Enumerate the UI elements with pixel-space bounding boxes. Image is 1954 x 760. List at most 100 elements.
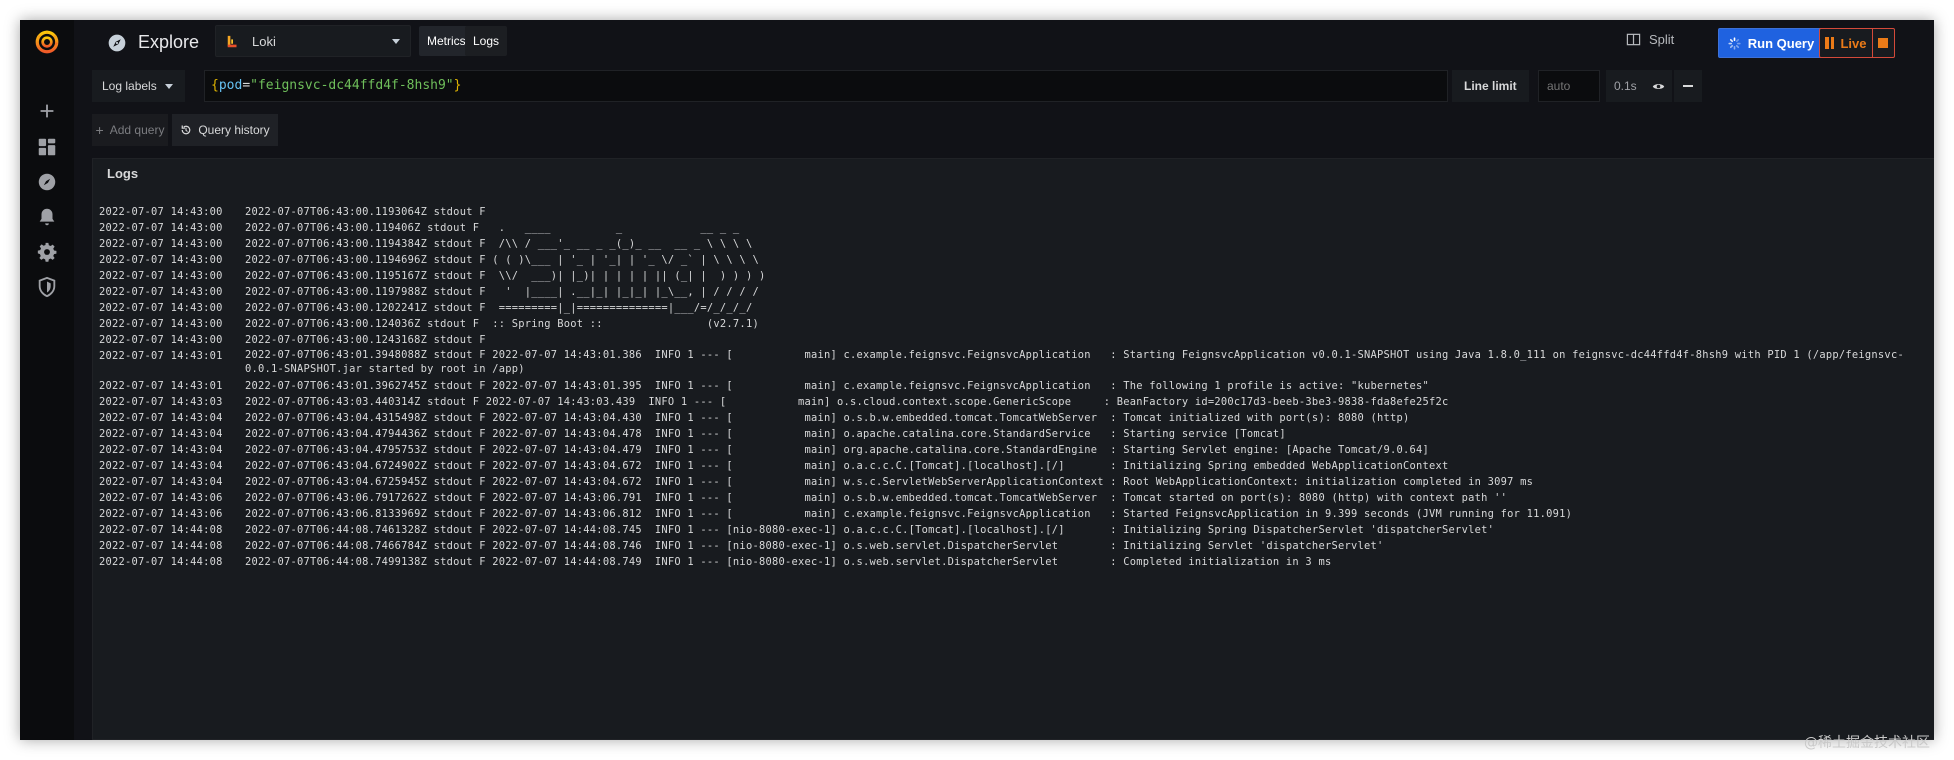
split-label: Split	[1649, 32, 1675, 47]
log-timestamp: 2022-07-07 14:43:00	[99, 238, 223, 250]
add-query-label: Add query	[109, 123, 165, 137]
log-row[interactable]: 2022-07-07 14:43:00 2022-07-07T06:43:00.1…	[99, 284, 1925, 300]
loki-logo-icon	[227, 35, 237, 48]
query-row: Log labels {pod="feignsvc-dc44ffd4f-8hsh…	[74, 70, 1934, 102]
log-message: 2022-07-07T06:43:00.1194384Z stdout F /\…	[245, 238, 753, 250]
explore-compass-icon	[108, 34, 126, 52]
log-message: 2022-07-07T06:43:04.4794436Z stdout F 20…	[245, 428, 1286, 440]
log-message: 2022-07-07T06:43:06.7917262Z stdout F 20…	[245, 492, 1508, 504]
alerting-bell-icon[interactable]	[34, 204, 60, 230]
log-row[interactable]: 2022-07-07 14:43:00 2022-07-07T06:43:00.1…	[99, 332, 1925, 348]
log-row[interactable]: 2022-07-07 14:44:08 2022-07-07T06:44:08.7…	[99, 554, 1925, 570]
log-row[interactable]: 2022-07-07 14:43:04 2022-07-07T06:43:04.4…	[99, 410, 1925, 426]
log-timestamp: 2022-07-07 14:43:01	[99, 350, 223, 362]
log-timestamp: 2022-07-07 14:43:04	[99, 412, 223, 424]
dashboards-icon[interactable]	[34, 134, 60, 160]
log-row[interactable]: 2022-07-07 14:44:08 2022-07-07T06:44:08.7…	[99, 538, 1925, 554]
stop-icon	[1877, 38, 1888, 48]
tab-logs[interactable]: Logs	[465, 26, 508, 56]
log-message: 2022-07-07T06:43:00.1194696Z stdout F ( …	[245, 254, 759, 266]
stop-live-button[interactable]	[1871, 29, 1894, 57]
log-message: 2022-07-07T06:43:01.3948088Z stdout F 20…	[245, 349, 1904, 375]
query-brace-close: }	[453, 78, 462, 93]
datasource-picker[interactable]: Loki	[215, 25, 411, 57]
log-timestamp: 2022-07-07 14:43:00	[99, 222, 223, 234]
eye-icon	[1652, 83, 1664, 89]
run-query-label: Run Query	[1747, 35, 1815, 51]
log-row[interactable]: 2022-07-07 14:43:00 2022-07-07T06:43:00.1…	[99, 252, 1925, 268]
log-message: 2022-07-07T06:43:00.124036Z stdout F :: …	[245, 318, 759, 330]
log-message: 2022-07-07T06:43:04.6724902Z stdout F 20…	[245, 460, 1449, 472]
explore-toolbar: Explore Loki Metrics Logs Split Run Quer…	[74, 20, 1934, 66]
log-timestamp: 2022-07-07 14:43:00	[99, 286, 223, 298]
log-row[interactable]: 2022-07-07 14:43:04 2022-07-07T06:43:04.6…	[99, 474, 1925, 490]
remove-query-button[interactable]	[1674, 70, 1702, 102]
datasource-name: Loki	[252, 34, 276, 49]
log-message: 2022-07-07T06:44:08.7461328Z stdout F 20…	[245, 524, 1495, 536]
log-timestamp: 2022-07-07 14:43:01	[99, 380, 223, 392]
log-message: 2022-07-07T06:43:03.440314Z stdout F 202…	[245, 396, 1449, 408]
log-timestamp: 2022-07-07 14:44:08	[99, 540, 223, 552]
log-labels-button[interactable]: Log labels	[92, 70, 185, 102]
query-editor[interactable]: {pod="feignsvc-dc44ffd4f-8hsh9"}	[204, 70, 1448, 102]
live-toggle[interactable]: Live	[1820, 29, 1873, 57]
log-row[interactable]: 2022-07-07 14:43:06 2022-07-07T06:43:06.8…	[99, 506, 1925, 522]
log-message: 2022-07-07T06:43:00.119406Z stdout F . _…	[245, 222, 740, 234]
spinner-icon	[1728, 36, 1741, 50]
log-row[interactable]: 2022-07-07 14:43:00 2022-07-07T06:43:00.1…	[99, 204, 1925, 220]
log-row[interactable]: 2022-07-07 14:43:00 2022-07-07T06:43:00.1…	[99, 300, 1925, 316]
log-timestamp: 2022-07-07 14:43:06	[99, 508, 223, 520]
page-title: Explore	[138, 32, 200, 52]
configuration-gear-icon[interactable]	[34, 239, 60, 265]
log-row[interactable]: 2022-07-07 14:43:06 2022-07-07T06:43:06.7…	[99, 490, 1925, 506]
log-row[interactable]: 2022-07-07 14:43:00 2022-07-07T06:43:00.1…	[99, 268, 1925, 284]
log-row[interactable]: 2022-07-07 14:43:01 2022-07-07T06:43:01.3…	[99, 348, 1925, 376]
query-history-label: Query history	[198, 123, 270, 137]
log-timestamp: 2022-07-07 14:44:08	[99, 524, 223, 536]
live-label: Live	[1840, 35, 1867, 51]
line-limit-label: Line limit	[1452, 70, 1529, 102]
grafana-logo-icon[interactable]	[33, 28, 61, 56]
query-brace-open: {	[211, 78, 219, 93]
log-timestamp: 2022-07-07 14:43:04	[99, 476, 223, 488]
log-row[interactable]: 2022-07-07 14:43:00 2022-07-07T06:43:00.1…	[99, 220, 1925, 236]
log-row[interactable]: 2022-07-07 14:43:04 2022-07-07T06:43:04.4…	[99, 426, 1925, 442]
explore-compass-icon[interactable]	[34, 169, 60, 195]
log-message: 2022-07-07T06:43:00.1195167Z stdout F \\…	[245, 270, 766, 282]
log-row[interactable]: 2022-07-07 14:43:00 2022-07-07T06:43:00.1…	[99, 236, 1925, 252]
run-query-button[interactable]: Run Query	[1718, 28, 1824, 58]
log-message: 2022-07-07T06:44:08.7499138Z stdout F 20…	[245, 556, 1332, 568]
log-row[interactable]: 2022-07-07 14:43:04 2022-07-07T06:43:04.6…	[99, 458, 1925, 474]
log-message: 2022-07-07T06:43:00.1202241Z stdout F ==…	[245, 302, 753, 314]
log-timestamp: 2022-07-07 14:43:04	[99, 428, 223, 440]
live-button[interactable]: Live	[1819, 28, 1895, 58]
query-time: 0.1s	[1606, 70, 1645, 102]
chevron-down-icon	[392, 39, 400, 44]
add-query-button[interactable]: + Add query	[92, 114, 168, 146]
create-plus-icon[interactable]	[34, 98, 60, 124]
chevron-down-icon	[164, 83, 173, 89]
log-timestamp: 2022-07-07 14:43:00	[99, 270, 223, 282]
server-admin-shield-icon[interactable]	[34, 274, 60, 300]
log-row[interactable]: 2022-07-07 14:43:01 2022-07-07T06:43:01.3…	[99, 378, 1925, 394]
log-labels-label: Log labels	[102, 79, 157, 93]
log-row[interactable]: 2022-07-07 14:44:08 2022-07-07T06:44:08.7…	[99, 522, 1925, 538]
log-timestamp: 2022-07-07 14:43:00	[99, 334, 223, 346]
sidebar	[20, 20, 74, 740]
split-button[interactable]: Split	[1626, 32, 1674, 47]
minus-icon	[1683, 85, 1693, 87]
log-message: 2022-07-07T06:43:04.4315498Z stdout F 20…	[245, 412, 1410, 424]
hide-query-button[interactable]	[1644, 70, 1672, 102]
history-icon	[181, 125, 191, 135]
logs-panel-title: Logs	[107, 166, 139, 181]
query-label-key: pod	[218, 78, 243, 93]
log-timestamp: 2022-07-07 14:43:00	[99, 318, 223, 330]
log-row[interactable]: 2022-07-07 14:43:04 2022-07-07T06:43:04.4…	[99, 442, 1925, 458]
log-timestamp: 2022-07-07 14:43:06	[99, 492, 223, 504]
log-row[interactable]: 2022-07-07 14:43:00 2022-07-07T06:43:00.1…	[99, 316, 1925, 332]
grafana-window: Explore Loki Metrics Logs Split Run Quer…	[20, 20, 1934, 740]
query-history-button[interactable]: Query history	[172, 114, 278, 146]
line-limit-input[interactable]	[1538, 70, 1600, 102]
log-message: 2022-07-07T06:43:01.3962745Z stdout F 20…	[245, 380, 1430, 392]
log-row[interactable]: 2022-07-07 14:43:03 2022-07-07T06:43:03.4…	[99, 394, 1925, 410]
